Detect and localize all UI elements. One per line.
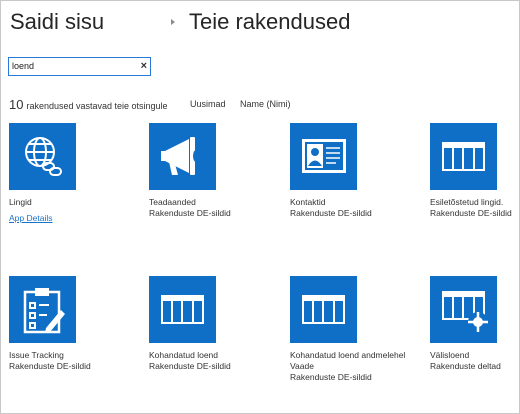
app-publisher: Rakenduste DE-sildid — [290, 208, 372, 218]
app-tile-valisloend[interactable]: Välisloend Rakenduste deltad — [430, 276, 520, 372]
sort-name-link[interactable]: Name (Nimi) — [240, 99, 291, 109]
breadcrumb-separator-icon — [171, 19, 175, 25]
table-icon[interactable] — [430, 123, 497, 190]
external-list-icon[interactable] — [430, 276, 497, 343]
app-name-line2: Vaade — [290, 361, 314, 371]
page-title: Teie rakendused — [189, 9, 351, 34]
sort-newest-link[interactable]: Uusimad — [190, 99, 226, 109]
breadcrumb-site-contents[interactable]: Saidi sisu — [10, 9, 104, 35]
app-tile-issue-tracking[interactable]: Issue Tracking Rakenduste DE-sildid — [9, 276, 139, 372]
search-box[interactable]: × — [8, 57, 151, 76]
app-name: Kohandatud loend andmelehel — [290, 350, 406, 360]
search-input[interactable] — [12, 59, 130, 73]
results-text: rakendused vastavad teie otsingule — [26, 101, 168, 111]
results-count: 10 — [9, 97, 24, 112]
globe-link-icon[interactable] — [9, 123, 76, 190]
app-publisher: Rakenduste DE-sildid — [149, 208, 231, 218]
app-tile-kohandatud-loend[interactable]: Kohandatud loend Rakenduste DE-sildid — [149, 276, 279, 372]
app-name: Issue Tracking — [9, 350, 64, 360]
app-publisher: Rakenduste DE-sildid — [430, 208, 512, 218]
app-tile-teadaanded[interactable]: Teadaanded Rakenduste DE-sildid — [149, 123, 279, 219]
app-name: Kontaktid — [290, 197, 326, 207]
app-name: Välisloend — [430, 350, 470, 360]
contact-card-icon[interactable] — [290, 123, 357, 190]
clipboard-icon[interactable] — [9, 276, 76, 343]
results-summary: 10 rakendused vastavad teie otsingule — [9, 96, 168, 114]
clear-search-icon[interactable]: × — [141, 59, 147, 73]
app-details-link[interactable]: App Details — [9, 213, 52, 224]
app-tile-kohandatud-loend-andmelehel[interactable]: Kohandatud loend andmelehel Vaade Rakend… — [290, 276, 420, 383]
table-icon[interactable] — [149, 276, 216, 343]
app-name: Lingid — [9, 197, 32, 207]
app-name: Kohandatud loend — [149, 350, 219, 360]
app-name: Teadaanded — [149, 197, 196, 207]
app-tile-kontaktid[interactable]: Kontaktid Rakenduste DE-sildid — [290, 123, 420, 219]
megaphone-icon[interactable] — [149, 123, 216, 190]
app-publisher: Rakenduste DE-sildid — [9, 361, 91, 371]
app-tile-lingid[interactable]: Lingid App Details — [9, 123, 139, 226]
app-name: Esiletõstetud lingid. — [430, 197, 504, 207]
app-tile-esiletostetud-lingid[interactable]: Esiletõstetud lingid. Rakenduste DE-sild… — [430, 123, 520, 219]
table-icon[interactable] — [290, 276, 357, 343]
app-publisher: Rakenduste DE-sildid — [290, 372, 372, 382]
app-publisher: Rakenduste DE-sildid — [149, 361, 231, 371]
app-publisher: Rakenduste deltad — [430, 361, 501, 371]
